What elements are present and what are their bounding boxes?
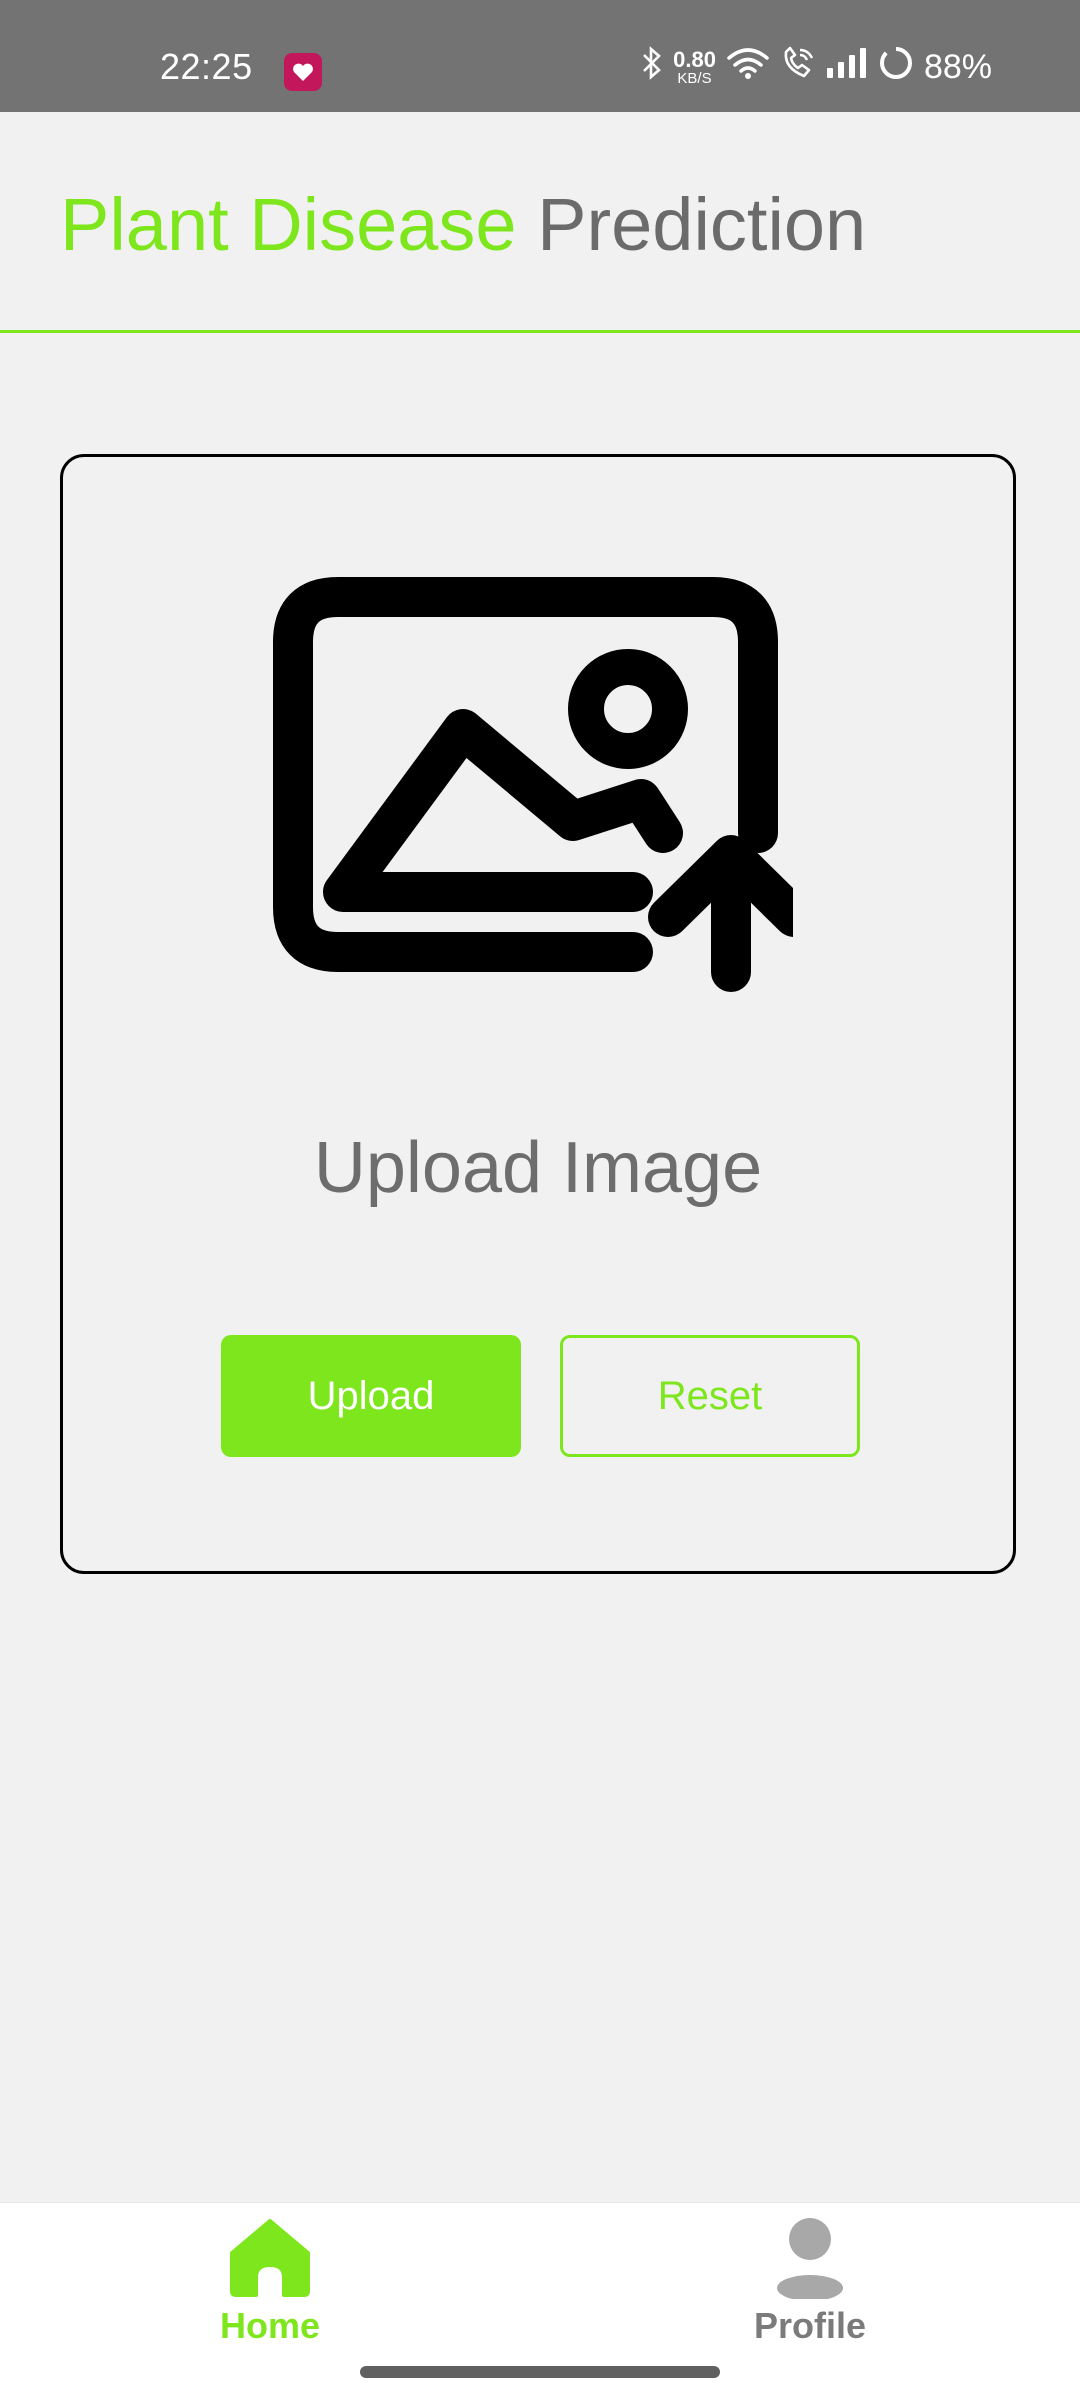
- profile-icon: [777, 2218, 843, 2299]
- network-speed-unit: KB/S: [677, 69, 712, 87]
- status-bar: 22:25 0.80 KB/S 88%: [0, 0, 1080, 112]
- bluetooth-icon: [641, 45, 663, 89]
- signal-icon: [826, 47, 868, 87]
- upload-image-label: Upload Image: [313, 1128, 763, 1208]
- battery-percentage: 88%: [923, 47, 992, 86]
- notification-heart-icon: [284, 53, 322, 91]
- battery-ring-icon: [878, 45, 914, 90]
- network-speed-value: 0.80: [673, 46, 716, 72]
- wifi-call-icon: [780, 46, 816, 89]
- nav-label-home: Home: [219, 2305, 321, 2346]
- upload-button[interactable]: Upload: [221, 1335, 521, 1457]
- gesture-home-indicator[interactable]: [360, 2366, 720, 2378]
- nav-label-profile: Profile: [753, 2305, 867, 2346]
- title-highlight: Plant Disease: [60, 183, 517, 266]
- image-upload-icon[interactable]: [273, 577, 793, 1037]
- status-icons: 0.80 KB/S 88%: [641, 44, 992, 90]
- nav-item-home[interactable]: Home: [140, 2203, 400, 2353]
- network-speed: 0.80 KB/S: [673, 46, 716, 87]
- app-header: Plant Disease Prediction: [0, 112, 1080, 333]
- page-title: Plant Disease Prediction: [60, 182, 866, 267]
- home-icon: [230, 2219, 310, 2297]
- status-time: 22:25: [160, 46, 253, 87]
- wifi-icon: [726, 46, 770, 89]
- title-rest: Prediction: [537, 183, 867, 266]
- reset-button[interactable]: Reset: [560, 1335, 860, 1457]
- nav-item-profile[interactable]: Profile: [680, 2203, 940, 2353]
- upload-card: Upload Image Upload Reset: [60, 454, 1016, 1574]
